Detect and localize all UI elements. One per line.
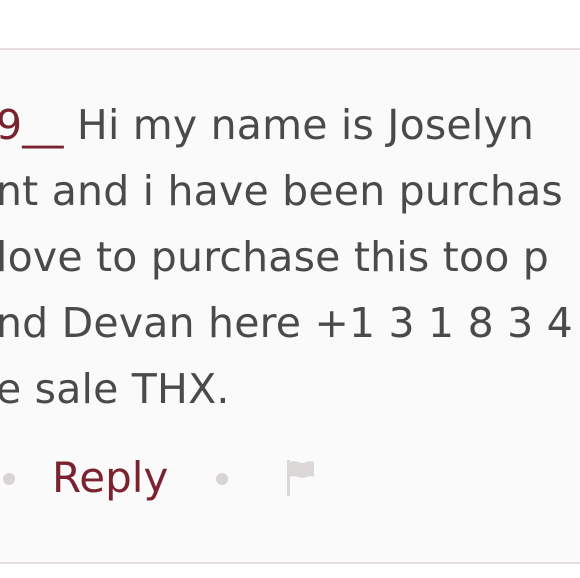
comment-line-5: e sale THX. [0, 365, 230, 413]
comment-line-1: 9__ Hi my name is Joselyn [0, 92, 580, 158]
bottom-divider [0, 562, 580, 578]
comment-line-2: nt and i have been purchas [0, 167, 563, 215]
comment-line-1-text: Hi my name is Joselyn [63, 101, 535, 149]
comment-line-4: nd Devan here +1 3 1 8 3 4 [0, 299, 573, 347]
comment-text: 9__ Hi my name is Joselyn nt and i have … [0, 92, 580, 422]
separator-dot [216, 473, 228, 485]
separator-dot [3, 473, 15, 485]
comment-panel: 9__ Hi my name is Joselyn nt and i have … [0, 0, 580, 578]
top-divider [0, 0, 580, 50]
comment-line-3: love to purchase this too p [0, 233, 549, 281]
reply-button[interactable]: Reply [52, 450, 168, 506]
flag-icon[interactable] [285, 458, 317, 498]
comment-actions: Reply [0, 448, 580, 508]
mention-link[interactable]: 9__ [0, 101, 64, 149]
